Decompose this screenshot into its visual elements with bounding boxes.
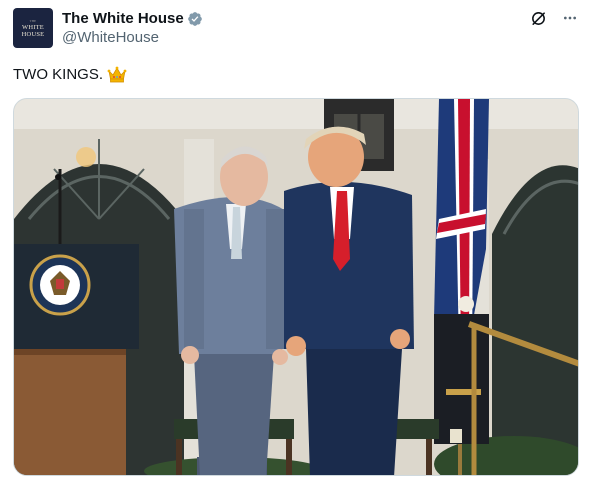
guard xyxy=(434,296,489,444)
tweet-text-row: TWO KINGS. xyxy=(13,66,127,83)
display-name-row: The White House xyxy=(62,9,203,28)
display-name[interactable]: The White House xyxy=(62,10,184,27)
avatar[interactable]: THE WHITE HOUSE xyxy=(13,8,53,48)
grok-icon[interactable] xyxy=(529,9,547,27)
verified-badge-icon xyxy=(187,11,203,27)
avatar-logo-text-3: HOUSE xyxy=(21,30,45,38)
avatar-logo-text-1: THE xyxy=(29,18,37,23)
right-arched-window xyxy=(492,165,578,475)
tweet-photo[interactable] xyxy=(13,98,579,476)
handle[interactable]: @WhiteHouse xyxy=(62,29,203,46)
crown-emoji-icon xyxy=(107,66,127,83)
more-dots-icon[interactable] xyxy=(561,9,579,27)
author-block: The White House @WhiteHouse xyxy=(62,9,203,46)
tweet-text: TWO KINGS. xyxy=(13,66,103,83)
tweet-header: THE WHITE HOUSE The White House @WhiteHo… xyxy=(13,8,579,52)
avatar-logo-text-2: WHITE xyxy=(22,23,44,31)
header-actions xyxy=(529,9,579,27)
